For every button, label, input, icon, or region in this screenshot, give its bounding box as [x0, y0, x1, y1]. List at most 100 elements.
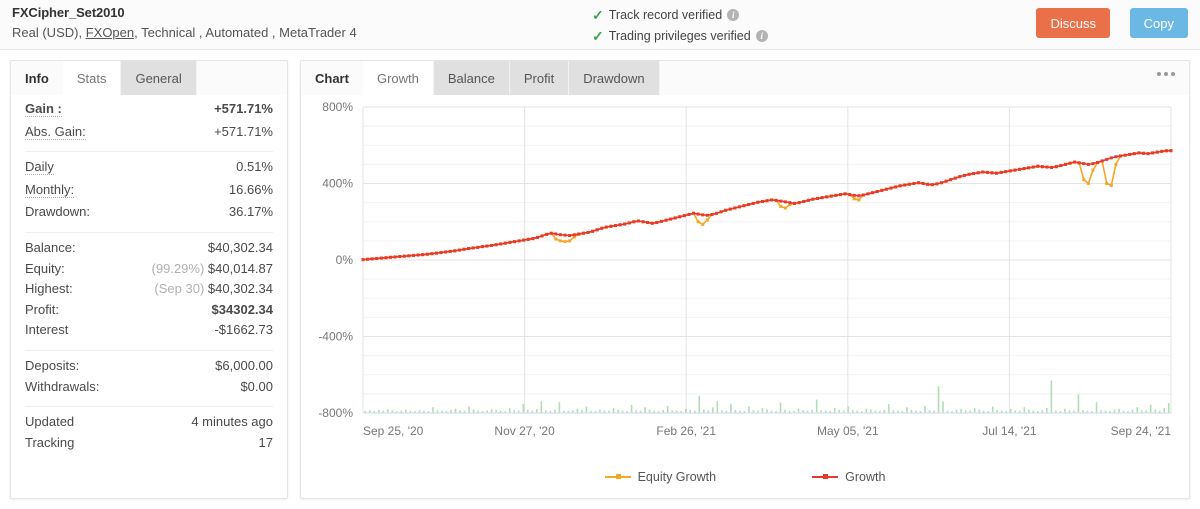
stat-row-updated: Updated 4 minutes ago — [25, 414, 273, 435]
stat-row-profit: Profit: $34302.34 — [25, 302, 273, 323]
stat-label-withdrawals: Withdrawals: — [25, 378, 100, 394]
check-icon: ✓ — [592, 6, 604, 23]
chart-tab-growth[interactable]: Growth — [362, 61, 434, 95]
check-icon: ✓ — [592, 27, 604, 44]
svg-text:0%: 0% — [336, 253, 354, 267]
account-tags: , Technical , Automated , MetaTrader 4 — [134, 25, 357, 40]
stat-value-daily: 0.51% — [236, 159, 273, 175]
legend-item-growth[interactable]: Growth — [812, 470, 885, 484]
stat-value-highest-date: (Sep 30) — [154, 281, 205, 297]
stat-value-deposits: $6,000.00 — [215, 357, 273, 373]
chart-tab-chart[interactable]: Chart — [301, 61, 363, 95]
svg-text:Sep 25, '20: Sep 25, '20 — [363, 424, 424, 438]
divider — [25, 349, 273, 351]
stat-row-drawdown: Drawdown: 36.17% — [25, 204, 273, 225]
stat-value-equity: $40,014.87 — [207, 260, 273, 276]
chart-legend: Equity Growth Growth — [301, 470, 1189, 484]
stat-label-tracking: Tracking — [25, 434, 75, 450]
verification-row: ✓ Track record verified i — [592, 4, 768, 25]
trading-privileges-verified-label: Trading privileges verified — [608, 28, 751, 43]
copy-button[interactable]: Copy — [1129, 8, 1188, 38]
stat-label-abs-gain[interactable]: Abs. Gain: — [25, 124, 86, 140]
stats-tab-stats[interactable]: Stats — [62, 61, 122, 95]
svg-text:-400%: -400% — [318, 330, 353, 344]
stat-row-monthly: Monthly: 16.66% — [25, 182, 273, 203]
stat-value-gain: +571.71% — [214, 101, 273, 116]
info-icon[interactable]: i — [755, 29, 768, 42]
stat-value-tracking: 17 — [258, 434, 273, 450]
svg-text:Sep 24, '21: Sep 24, '21 — [1111, 424, 1172, 438]
verification-block: ✓ Track record verified i ✓ Trading priv… — [592, 4, 768, 46]
svg-text:Nov 27, '20: Nov 27, '20 — [494, 424, 555, 438]
divider — [25, 231, 273, 233]
stat-value-monthly: 16.66% — [228, 181, 273, 197]
stats-tab-info[interactable]: Info — [11, 61, 63, 95]
info-icon[interactable]: i — [727, 8, 740, 21]
stat-label-profit: Profit: — [25, 301, 59, 317]
verification-row: ✓ Trading privileges verified i — [592, 25, 768, 46]
stat-label-balance: Balance: — [25, 239, 76, 255]
stat-label-deposits: Deposits: — [25, 357, 80, 373]
more-options-icon[interactable] — [1157, 72, 1175, 76]
chart-tab-balance[interactable]: Balance — [433, 61, 510, 95]
legend-swatch-equity-growth — [604, 472, 631, 482]
growth-chart-svg: 800% 400% 0% -400% -800% Sep 25, '20 Nov 27, '… — [318, 100, 1173, 438]
svg-text:-800%: -800% — [318, 406, 353, 420]
track-record-verified-label: Track record verified — [608, 7, 723, 22]
stat-row-abs-gain: Abs. Gain: +571.71% — [25, 124, 273, 145]
stat-label-drawdown: Drawdown: — [25, 204, 91, 220]
stat-label-interest: Interest — [25, 322, 69, 338]
chart-tab-profit[interactable]: Profit — [509, 61, 570, 95]
stat-value-balance: $40,302.34 — [207, 239, 273, 255]
discuss-button[interactable]: Discuss — [1036, 8, 1110, 38]
stat-row-daily: Daily 0.51% — [25, 159, 273, 180]
stat-label-daily[interactable]: Daily — [25, 160, 54, 176]
svg-text:Feb 26, '21: Feb 26, '21 — [656, 424, 716, 438]
svg-text:800%: 800% — [322, 100, 353, 114]
stats-tabbar: Info Stats General — [11, 61, 287, 95]
stat-row-interest: Interest -$1662.73 — [25, 322, 273, 343]
legend-label-growth: Growth — [845, 470, 886, 484]
stat-row-equity: Equity: (99.29%) $40,014.87 — [25, 261, 273, 282]
broker-link[interactable]: FXOpen — [86, 25, 134, 40]
tabbar-filler — [196, 61, 287, 95]
stat-value-drawdown: 36.17% — [228, 204, 273, 220]
stats-list: Gain : +571.71% Abs. Gain: +571.71% Dail… — [11, 95, 287, 498]
divider — [25, 151, 273, 153]
stat-row-tracking: Tracking 17 — [25, 435, 273, 456]
stat-label-equity: Equity: — [25, 260, 65, 276]
chart-tabbar: Chart Growth Balance Profit Drawdown — [301, 61, 1189, 95]
stat-label-gain[interactable]: Gain : — [25, 102, 62, 117]
stat-row-withdrawals: Withdrawals: $0.00 — [25, 379, 273, 400]
chart-tab-drawdown[interactable]: Drawdown — [569, 61, 660, 95]
stat-label-monthly[interactable]: Monthly: — [25, 182, 75, 198]
legend-label-equity-growth: Equity Growth — [637, 470, 717, 484]
page-body: Info Stats General Gain : +571.71% Abs. … — [0, 50, 1200, 509]
stat-row-highest: Highest: (Sep 30) $40,302.34 — [25, 281, 273, 302]
svg-text:Jul 14, '21: Jul 14, '21 — [982, 424, 1037, 438]
stats-panel: Info Stats General Gain : +571.71% Abs. … — [10, 60, 288, 499]
legend-swatch-growth — [812, 472, 839, 482]
svg-text:400%: 400% — [322, 177, 353, 191]
page-title: FXCipher_Set2010 — [12, 5, 125, 20]
stat-row-balance: Balance: $40,302.34 — [25, 240, 273, 261]
page-header: FXCipher_Set2010 Real (USD), FXOpen, Tec… — [0, 0, 1200, 50]
chart-panel: Chart Growth Balance Profit Drawdown 800… — [300, 60, 1190, 499]
stat-value-equity-wrap: (99.29%) $40,014.87 — [152, 261, 273, 276]
legend-item-equity-growth[interactable]: Equity Growth — [604, 470, 717, 484]
growth-chart: 800% 400% 0% -400% -800% Sep 25, '20 Nov 27, '… — [301, 95, 1189, 498]
stat-value-interest: -$1662.73 — [214, 322, 273, 338]
stat-value-highest: $40,302.34 — [207, 281, 273, 297]
stat-label-updated: Updated — [25, 414, 75, 430]
stat-value-updated: 4 minutes ago — [191, 414, 273, 430]
tabbar-filler — [659, 61, 1189, 95]
svg-text:May 05, '21: May 05, '21 — [817, 424, 879, 438]
stat-value-highest-wrap: (Sep 30) $40,302.34 — [154, 281, 273, 296]
stat-value-profit: $34302.34 — [211, 301, 273, 317]
divider — [25, 406, 273, 408]
stat-value-withdrawals: $0.00 — [240, 378, 273, 394]
stats-tab-general[interactable]: General — [121, 61, 197, 95]
stat-row-deposits: Deposits: $6,000.00 — [25, 358, 273, 379]
stat-label-highest: Highest: — [25, 281, 73, 297]
stat-row-gain: Gain : +571.71% — [25, 101, 273, 122]
